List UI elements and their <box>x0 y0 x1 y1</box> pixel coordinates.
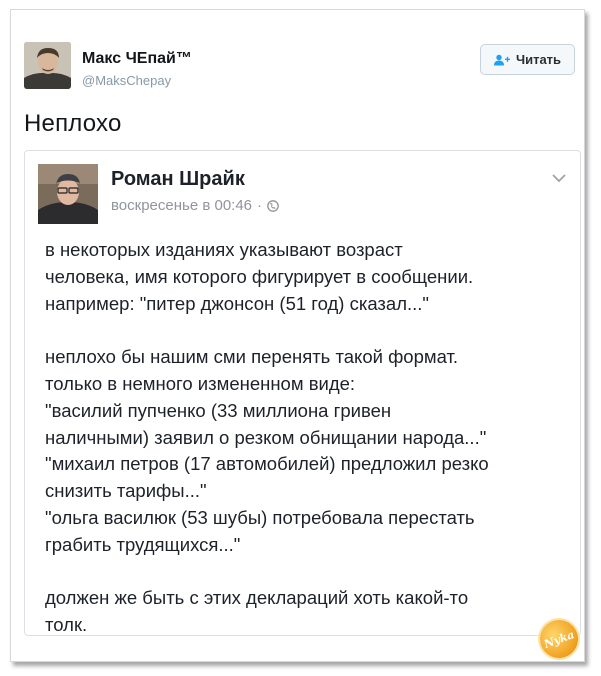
post-text-line: должен же быть с этих деклараций хоть ка… <box>45 587 469 609</box>
post-text-line: человека, имя которого фигурирует в сооб… <box>45 265 474 287</box>
post-text-line: снизить тарифы..." <box>45 480 207 502</box>
post-timestamp[interactable]: воскресенье в 00:46 <box>111 197 252 214</box>
paragraph-break <box>45 559 570 586</box>
post-text-line: "михаил петров (17 автомобилей) предложи… <box>45 453 489 475</box>
author-name[interactable]: Макс ЧЕпай™ <box>82 50 192 68</box>
follow-button[interactable]: Читать <box>480 44 575 75</box>
post-text-line: наличными) заявил о резком обнищании нар… <box>45 426 487 448</box>
post-body: в некоторых изданиях указывают возраст че… <box>45 237 570 636</box>
chevron-down-icon[interactable] <box>552 173 566 183</box>
add-user-icon <box>493 54 510 65</box>
post-author-name[interactable]: Роман Шрайк <box>111 168 245 191</box>
post-text-line: "ольга василюк (53 шубы) потребовала пер… <box>45 506 475 528</box>
post-text-line: неплохо бы нашим сми перенять такой форм… <box>45 346 459 368</box>
post-text-line: грабить трудящихся..." <box>45 533 241 555</box>
author-handle[interactable]: @MaksChepay <box>82 73 171 88</box>
embedded-post-card[interactable]: Роман Шрайк воскресенье в 00:46 · в неко… <box>24 150 581 636</box>
post-text-line: например: "питер джонсон (51 год) сказал… <box>45 292 429 314</box>
post-text-line: толк. <box>45 614 88 636</box>
meta-separator: · <box>257 197 263 214</box>
post-text-line: "василий пупченко (33 миллиона гривен <box>45 399 392 421</box>
globe-icon <box>267 199 279 212</box>
tweet-text: Неплохо <box>24 110 122 137</box>
post-text-line: в некоторых изданиях указывают возраст <box>45 239 403 260</box>
post-text-line: только в немного измененном виде: <box>45 372 356 394</box>
post-author-avatar[interactable] <box>38 164 98 224</box>
post-meta: воскресенье в 00:46 · <box>111 197 279 214</box>
author-avatar[interactable] <box>24 42 71 89</box>
follow-label: Читать <box>515 52 562 67</box>
screenshot-frame: Макс ЧЕпай™ @MaksChepay Читать Неплохо Р… <box>10 9 585 662</box>
paragraph-break <box>45 317 570 344</box>
